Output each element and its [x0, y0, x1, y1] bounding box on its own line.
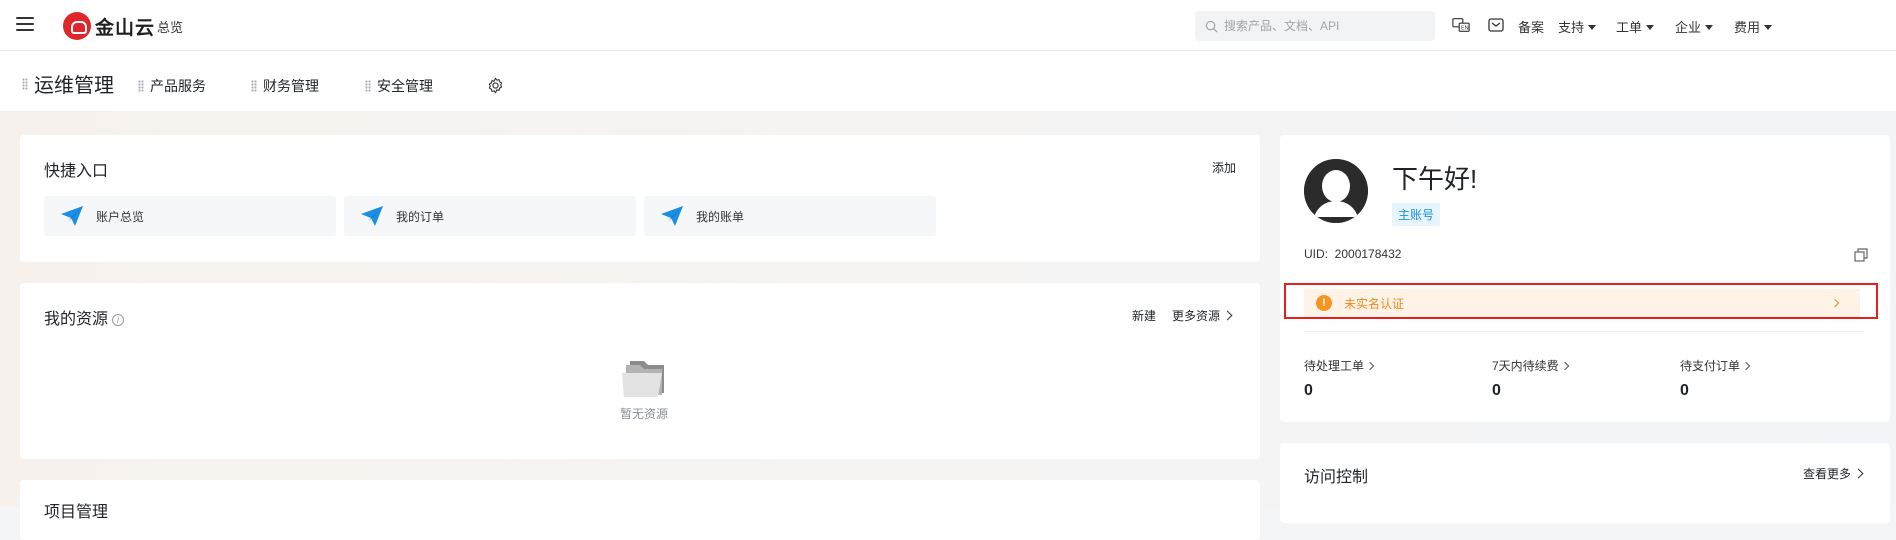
tab-label: 产品服务: [150, 78, 206, 94]
tab-label: 财务管理: [263, 78, 319, 94]
enterprise-menu[interactable]: 企业: [1675, 17, 1714, 36]
stat-renewal-7days: 7天内待续费 0: [1492, 357, 1569, 400]
logo-text: 金山云: [95, 17, 156, 39]
stat-unpaid-orders: 待支付订单 0: [1680, 357, 1751, 400]
access-control-card: 访问控制 查看更多: [1280, 443, 1890, 523]
main-account-badge: 主账号: [1392, 203, 1441, 226]
stat-value: 0: [1492, 382, 1501, 399]
stat-link[interactable]: 待处理工单: [1304, 357, 1375, 374]
add-shortcut-button[interactable]: 添加: [1212, 159, 1236, 176]
top-navbar: 金山云 总览 EN 备案 支持 工单 企业 费用: [0, 0, 1896, 51]
warning-icon: !: [1316, 295, 1332, 311]
greeting: 下午好!: [1392, 164, 1478, 194]
project-title: 项目管理: [44, 504, 109, 521]
drag-handle-icon[interactable]: [22, 77, 28, 90]
view-more-label: 查看更多: [1803, 467, 1852, 481]
chevron-right-icon: [1830, 298, 1840, 308]
drag-handle-icon[interactable]: [251, 80, 257, 92]
copy-icon[interactable]: [1854, 248, 1868, 262]
uid-row: UID: 2000178432: [1304, 247, 1401, 261]
uid-label: UID:: [1304, 247, 1328, 261]
real-name-verification-alert[interactable]: ! 未实名认证: [1304, 289, 1860, 317]
chevron-right-icon: [1853, 468, 1864, 479]
stat-label: 7天内待续费: [1492, 359, 1559, 373]
billing-label: 费用: [1734, 20, 1761, 35]
settings-gear-icon[interactable]: [487, 77, 504, 94]
project-management-card: 项目管理: [20, 480, 1260, 540]
shortcut-label: 我的订单: [396, 209, 445, 224]
info-icon[interactable]: i: [112, 314, 125, 326]
chevron-down-icon: [1764, 25, 1773, 30]
tab-product-services[interactable]: 产品服务: [138, 76, 206, 96]
nav-overview-link[interactable]: 总览: [157, 17, 183, 36]
new-resource-button[interactable]: 新建: [1132, 307, 1156, 324]
search-icon: [1205, 20, 1218, 32]
chevron-right-icon: [1560, 361, 1569, 371]
avatar[interactable]: [1304, 159, 1368, 223]
quick-entry-title: 快捷入口: [44, 163, 109, 180]
more-resources-link[interactable]: 更多资源: [1172, 307, 1233, 324]
view-more-link[interactable]: 查看更多: [1803, 465, 1864, 482]
enterprise-label: 企业: [1675, 20, 1702, 35]
support-label: 支持: [1558, 20, 1585, 35]
more-resources-label: 更多资源: [1172, 309, 1221, 323]
profile-card: 下午好! 主账号 UID: 2000178432 待处理工单 0 7天内待续费 …: [1280, 135, 1890, 422]
chevron-down-icon: [1646, 25, 1655, 30]
my-resources-card: 我的资源 i 新建 更多资源 暂无资源: [20, 283, 1260, 459]
divider: [1304, 331, 1864, 332]
tab-security-management[interactable]: 安全管理: [365, 76, 433, 96]
ticket-label: 工单: [1616, 20, 1643, 35]
chevron-down-icon: [1705, 25, 1714, 30]
shortcut-my-bills[interactable]: 我的账单: [644, 196, 936, 236]
chevron-right-icon: [1741, 361, 1751, 371]
stat-value: 0: [1304, 382, 1313, 399]
stat-link[interactable]: 7天内待续费: [1492, 357, 1569, 374]
chevron-right-icon: [1365, 361, 1375, 371]
tab-label: 安全管理: [377, 78, 433, 94]
resources-title: 我的资源 i: [44, 305, 125, 329]
message-icon[interactable]: [1487, 16, 1505, 34]
highlight-frame: ! 未实名认证: [1284, 283, 1878, 319]
alert-text: 未实名认证: [1344, 296, 1405, 311]
billing-menu[interactable]: 费用: [1734, 17, 1773, 36]
stat-pending-tickets: 待处理工单 0: [1304, 357, 1375, 400]
shortcut-my-orders[interactable]: 我的订单: [344, 196, 636, 236]
stat-label: 待处理工单: [1304, 359, 1365, 373]
drag-handle-icon[interactable]: [138, 80, 144, 92]
shortcut-account-overview[interactable]: 账户总览: [44, 196, 336, 236]
user-avatar-icon: [1304, 159, 1368, 223]
paper-plane-icon: [361, 206, 383, 226]
stat-value: 0: [1680, 382, 1689, 399]
shortcut-label: 账户总览: [96, 209, 145, 224]
stat-label: 待支付订单: [1680, 359, 1741, 373]
support-menu[interactable]: 支持: [1558, 17, 1597, 36]
workspace-tabs: 运维管理 产品服务 财务管理 安全管理: [0, 51, 1896, 111]
chevron-down-icon: [1588, 25, 1597, 30]
shortcut-label: 我的账单: [696, 209, 745, 224]
chevron-right-icon: [1222, 310, 1233, 321]
svg-text:EN: EN: [1461, 26, 1469, 32]
access-control-title: 访问控制: [1304, 469, 1369, 486]
tab-ops-management[interactable]: 运维管理: [22, 69, 114, 98]
uid-value: 2000178432: [1334, 247, 1402, 261]
ticket-menu[interactable]: 工单: [1616, 17, 1655, 36]
paper-plane-icon: [61, 206, 83, 226]
empty-state-text: 暂无资源: [620, 407, 669, 421]
drag-handle-icon[interactable]: [365, 80, 371, 92]
quick-entry-card: 快捷入口 添加 账户总览 我的订单 我的账单: [20, 135, 1260, 262]
tab-label: 运维管理: [34, 75, 114, 97]
search-input[interactable]: [1224, 19, 1424, 33]
cloud-logo-icon: [63, 12, 91, 40]
logo[interactable]: 金山云: [63, 12, 155, 40]
stat-link[interactable]: 待支付订单: [1680, 357, 1751, 374]
search-box[interactable]: [1195, 11, 1435, 41]
tab-finance-management[interactable]: 财务管理: [251, 76, 319, 96]
resources-title-text: 我的资源: [44, 311, 109, 328]
menu-icon[interactable]: [16, 17, 34, 33]
empty-folder-icon: [622, 361, 664, 397]
paper-plane-icon: [661, 206, 683, 226]
language-switch-icon[interactable]: EN: [1452, 16, 1470, 34]
beian-link[interactable]: 备案: [1518, 17, 1544, 36]
